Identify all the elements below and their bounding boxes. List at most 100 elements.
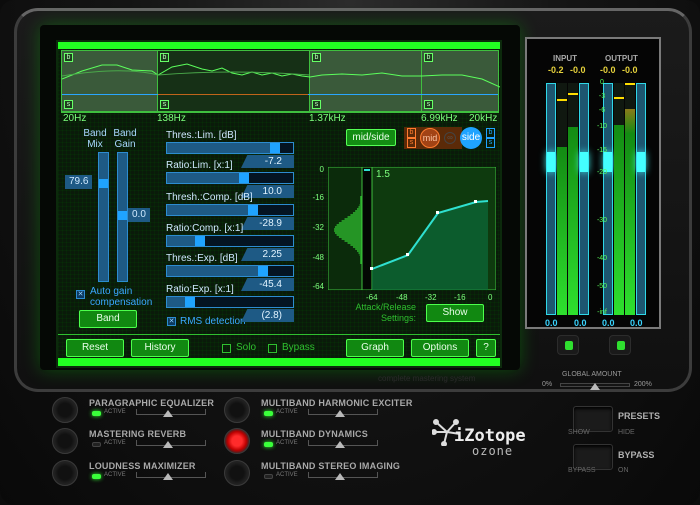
dyn-slider[interactable] bbox=[166, 265, 294, 277]
side-solo-button[interactable]: s bbox=[486, 138, 495, 148]
dyn-slider-thumb[interactable] bbox=[238, 173, 249, 183]
graph-button[interactable]: Graph bbox=[346, 339, 404, 357]
side-bypass-button[interactable]: b bbox=[486, 128, 495, 138]
module-active-led[interactable] bbox=[264, 442, 273, 447]
output-gain-slider[interactable] bbox=[603, 83, 613, 315]
options-button[interactable]: Options bbox=[411, 339, 469, 357]
module-name[interactable]: MULTIBAND DYNAMICS bbox=[261, 429, 368, 439]
link-icon[interactable]: ∞ bbox=[444, 132, 456, 144]
dyn-label: Thres.:Exp. [dB] bbox=[166, 253, 238, 264]
module-name[interactable]: MULTIBAND STEREO IMAGING bbox=[261, 461, 400, 471]
freq-label: 6.99kHz bbox=[421, 113, 458, 124]
input-meter-right bbox=[568, 83, 578, 315]
module-amount-thumb[interactable] bbox=[163, 441, 173, 448]
module-name[interactable]: MULTIBAND HARMONIC EXCITER bbox=[261, 398, 413, 408]
dyn-label: Ratio:Lim. [x:1] bbox=[166, 160, 233, 171]
show-attack-release-button[interactable]: Show bbox=[426, 304, 484, 322]
solo-checkbox[interactable] bbox=[222, 344, 231, 353]
mid-bypass-button[interactable]: b bbox=[407, 128, 416, 138]
meter-readout: 0.0 bbox=[574, 318, 587, 328]
bypass-checkbox[interactable] bbox=[268, 344, 277, 353]
output-meter-left bbox=[614, 83, 624, 315]
transfer-curve-graph[interactable]: 1.5 0 -16 -32 -48 -64 -64 -48 -32 -16 0 bbox=[312, 165, 496, 302]
frequency-axis: 20Hz 138Hz 1.37kHz 6.99kHz 20kHz bbox=[61, 112, 499, 124]
spectrum-display[interactable]: b s b s b s b s bbox=[61, 50, 500, 112]
module-active-led[interactable] bbox=[92, 474, 101, 479]
dyn-slider-thumb[interactable] bbox=[257, 266, 268, 276]
band-button[interactable]: Band bbox=[79, 310, 137, 328]
dyn-slider[interactable] bbox=[166, 172, 294, 184]
spectrum-curve bbox=[62, 63, 500, 88]
module-amount-thumb[interactable] bbox=[335, 441, 345, 448]
meter-scale-tick: -50 bbox=[596, 283, 608, 290]
freq-label: 1.37kHz bbox=[309, 113, 346, 124]
global-min-label: 0% bbox=[542, 381, 553, 388]
dyn-label: Thres.:Lim. [dB] bbox=[166, 130, 237, 141]
screen-bottom-bar bbox=[58, 358, 500, 366]
mid-side-controls: mid/side b s mid ∞ side b s bbox=[346, 127, 502, 149]
y-tick: -64 bbox=[312, 282, 324, 291]
y-tick: -16 bbox=[312, 193, 324, 202]
meter-scale-tick: 0 bbox=[600, 79, 604, 86]
global-amount-thumb[interactable] bbox=[590, 383, 600, 390]
output-link-lock-button[interactable] bbox=[609, 335, 631, 355]
input-gain-slider[interactable] bbox=[546, 83, 556, 315]
module-name[interactable]: PARAGRAPHIC EQUALIZER bbox=[89, 398, 214, 408]
band-mix-value: 79.6 bbox=[65, 175, 93, 189]
help-button[interactable]: ? bbox=[476, 339, 496, 357]
band-mix-thumb[interactable] bbox=[99, 179, 108, 188]
mid-button[interactable]: mid bbox=[420, 128, 440, 148]
freq-label: 138Hz bbox=[157, 113, 186, 124]
dyn-slider[interactable] bbox=[166, 296, 294, 308]
module-amount-thumb[interactable] bbox=[335, 473, 345, 480]
history-button[interactable]: History bbox=[131, 339, 189, 357]
module-select-button[interactable] bbox=[52, 397, 78, 423]
presets-show-label: SHOW bbox=[568, 429, 590, 436]
module-active-label: ACTIVE bbox=[104, 409, 126, 415]
module-amount-thumb[interactable] bbox=[163, 410, 173, 417]
module-active-led[interactable] bbox=[92, 442, 101, 447]
dyn-slider-thumb[interactable] bbox=[194, 236, 205, 246]
multiband-dynamics-screen: b s b s b s b s 20Hz 138Hz 1.37kHz 6.99k… bbox=[56, 40, 502, 368]
presets-label: PRESETS bbox=[618, 411, 661, 421]
module-active-label: ACTIVE bbox=[104, 472, 126, 478]
module-active-led[interactable] bbox=[264, 411, 273, 416]
band-gain-slider[interactable] bbox=[117, 152, 128, 282]
brand-name: iZotope bbox=[454, 426, 526, 446]
dyn-slider-thumb[interactable] bbox=[270, 143, 281, 153]
dyn-slider-thumb[interactable] bbox=[184, 297, 195, 307]
dyn-slider[interactable] bbox=[166, 204, 294, 216]
dyn-slider-fill bbox=[167, 143, 281, 153]
side-button[interactable]: side bbox=[460, 127, 482, 149]
module-select-button[interactable] bbox=[224, 397, 250, 423]
dyn-slider-thumb[interactable] bbox=[247, 205, 258, 215]
output-gain-slider-right[interactable] bbox=[636, 83, 646, 315]
mid-side-button[interactable]: mid/side bbox=[346, 129, 396, 146]
module-select-button[interactable] bbox=[224, 460, 250, 486]
rms-detection-checkbox[interactable]: ✕ bbox=[167, 317, 176, 326]
input-link-lock-button[interactable] bbox=[557, 335, 579, 355]
mid-solo-button[interactable]: s bbox=[407, 138, 416, 148]
product-name: ozone bbox=[472, 444, 514, 458]
dyn-slider[interactable] bbox=[166, 142, 294, 154]
band-mix-slider[interactable] bbox=[98, 152, 109, 282]
output-meter-right bbox=[625, 83, 635, 315]
module-select-button[interactable] bbox=[52, 460, 78, 486]
dyn-slider[interactable] bbox=[166, 235, 294, 247]
module-amount-thumb[interactable] bbox=[335, 410, 345, 417]
module-active-led[interactable] bbox=[92, 411, 101, 416]
input-gain-slider-right[interactable] bbox=[579, 83, 589, 315]
module-name[interactable]: MASTERING REVERB bbox=[89, 429, 186, 439]
band-gain-label: Band Gain bbox=[113, 128, 137, 150]
dyn-value: -7.2 bbox=[241, 155, 294, 168]
x-tick: -48 bbox=[396, 293, 408, 302]
module-select-button[interactable] bbox=[52, 428, 78, 454]
x-tick: -32 bbox=[425, 293, 437, 302]
module-amount-thumb[interactable] bbox=[163, 473, 173, 480]
module-select-button[interactable] bbox=[224, 428, 250, 454]
reset-button[interactable]: Reset bbox=[66, 339, 124, 357]
auto-gain-checkbox[interactable]: ✕ bbox=[76, 290, 85, 299]
module-active-led[interactable] bbox=[264, 474, 273, 479]
band-gain-thumb[interactable] bbox=[118, 211, 127, 220]
module-name[interactable]: LOUDNESS MAXIMIZER bbox=[89, 461, 196, 471]
